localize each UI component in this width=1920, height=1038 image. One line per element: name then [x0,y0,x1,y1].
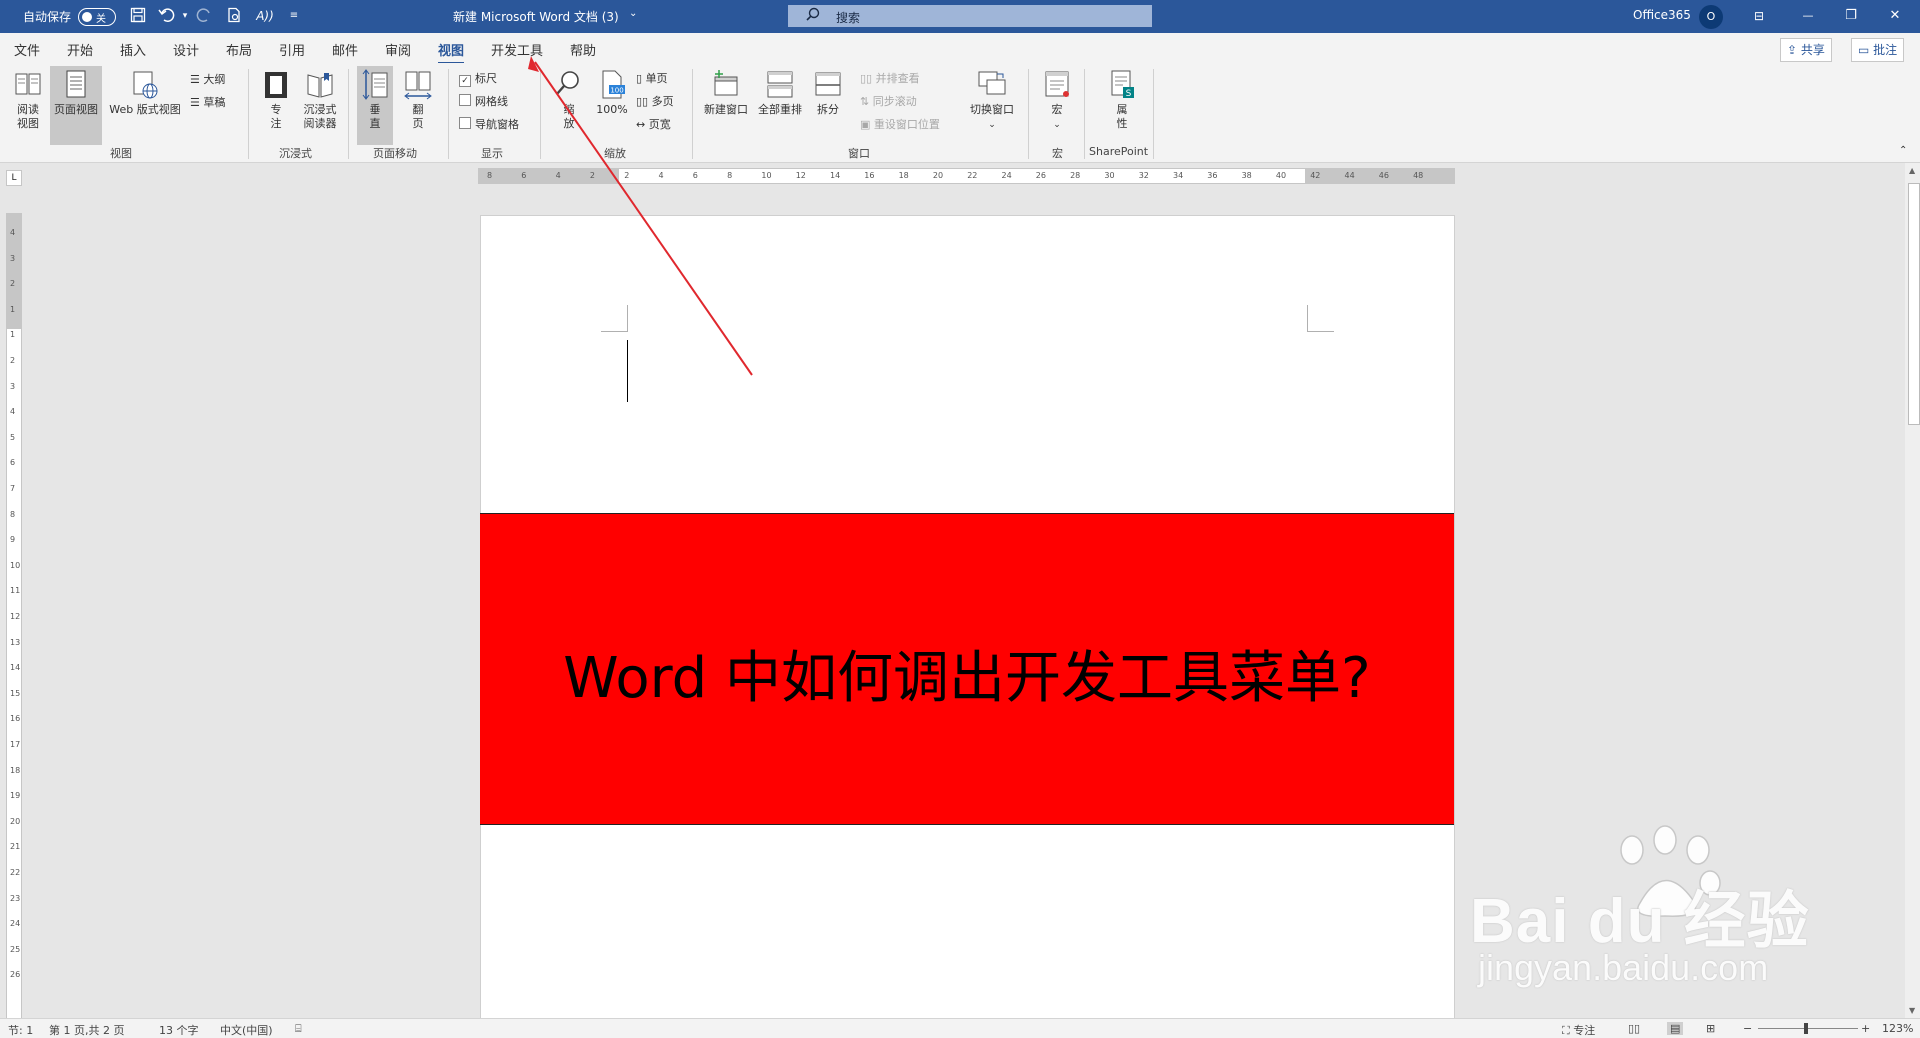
scrollbar-thumb[interactable] [1908,183,1920,425]
focus-icon: ⛶ [1562,1024,1570,1037]
watermark-url: jingyan.baidu.com [1478,947,1769,988]
read-mode-view-icon[interactable]: ▯▯ [1628,1022,1640,1035]
page-indicator[interactable]: 第 1 页,共 2 页 [49,1022,124,1038]
focus-mode-button[interactable]: ⛶ 专注 [1562,1022,1595,1038]
zoom-slider-track[interactable] [1758,1028,1858,1029]
language-indicator[interactable]: 中文(中国) [220,1022,273,1038]
scroll-down-icon[interactable]: ▼ [1909,1006,1915,1015]
zoom-out-button[interactable]: − [1743,1022,1752,1035]
macro-recording-icon[interactable]: ⌸ [295,1022,302,1036]
print-layout-view-icon[interactable]: ▤ [1667,1022,1684,1035]
focus-mode-label: 专注 [1573,1024,1596,1037]
word-count[interactable]: 13 个字 [159,1022,199,1038]
status-bar: 节: 1 第 1 页,共 2 页 13 个字 中文(中国) ⌸ ⛶ 专注 ▯▯ … [0,1018,1920,1038]
zoom-level[interactable]: 123% [1882,1022,1913,1035]
section-indicator[interactable]: 节: 1 [8,1022,33,1038]
web-layout-view-icon[interactable]: ⊞ [1706,1022,1715,1035]
zoom-in-button[interactable]: + [1861,1022,1870,1035]
vertical-scrollbar[interactable]: ▲ ▼ [1905,163,1920,1018]
scroll-up-icon[interactable]: ▲ [1909,166,1915,175]
zoom-slider-thumb[interactable] [1804,1023,1808,1034]
